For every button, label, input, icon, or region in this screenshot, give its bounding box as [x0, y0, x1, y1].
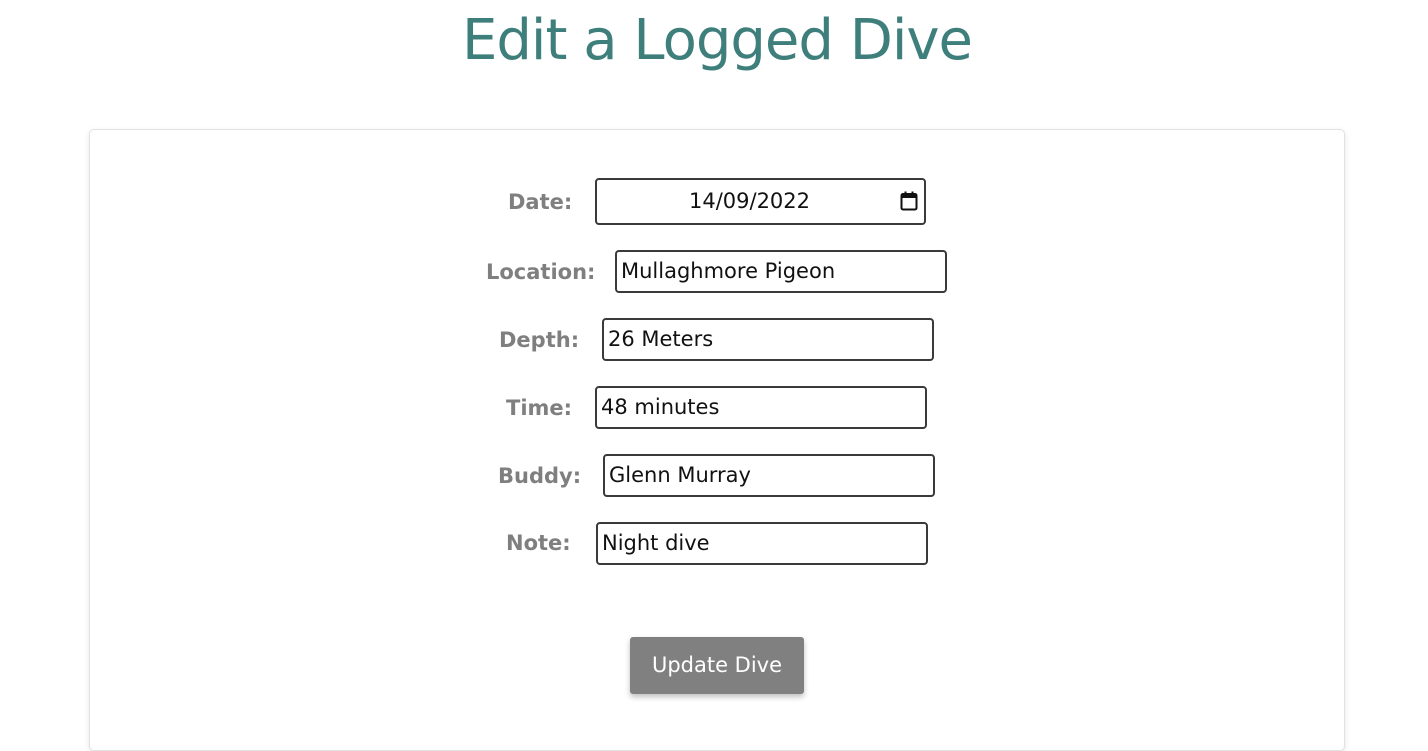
- date-input[interactable]: 14/09/2022: [595, 178, 926, 225]
- depth-label: Depth:: [499, 328, 580, 352]
- note-input[interactable]: Night dive: [596, 522, 928, 565]
- date-label: Date:: [508, 190, 573, 214]
- date-value: 14/09/2022: [688, 189, 811, 213]
- time-input[interactable]: 48 minutes: [595, 386, 927, 429]
- buddy-label: Buddy:: [498, 464, 582, 488]
- page-title: Edit a Logged Dive: [461, 8, 973, 73]
- calendar-icon[interactable]: [900, 191, 918, 211]
- location-label: Location:: [486, 260, 596, 284]
- time-label: Time:: [506, 396, 573, 420]
- note-label: Note:: [506, 531, 571, 555]
- depth-input[interactable]: 26 Meters: [602, 318, 934, 361]
- update-dive-button[interactable]: Update Dive: [630, 637, 804, 694]
- location-input[interactable]: Mullaghmore Pigeon: [615, 250, 947, 293]
- buddy-input[interactable]: Glenn Murray: [603, 454, 935, 497]
